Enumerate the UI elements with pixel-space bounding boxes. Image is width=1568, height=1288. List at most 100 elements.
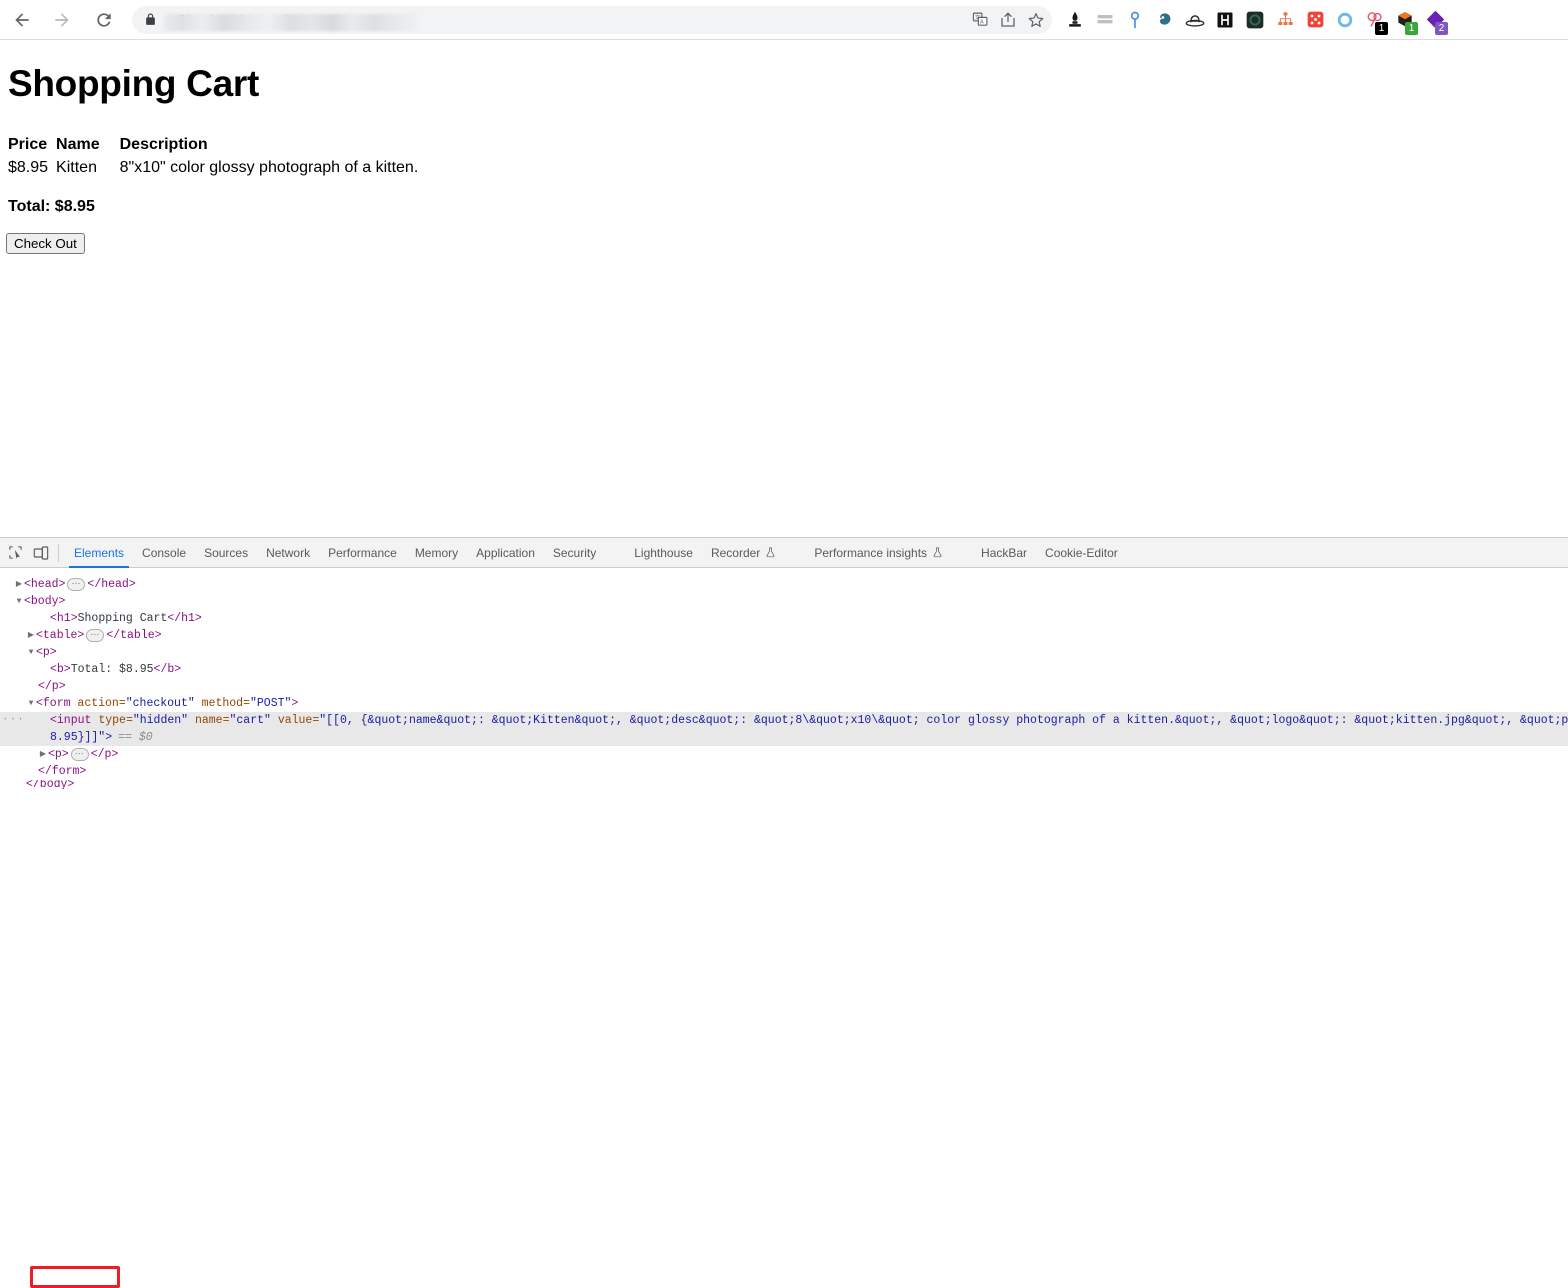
tab-hackbar[interactable]: HackBar [972,538,1036,568]
tab-memory[interactable]: Memory [406,538,467,568]
dom-node-body[interactable]: ▼ <body> [0,593,1568,610]
orange-box-icon[interactable]: 1 [1390,4,1420,36]
twisty-expanded-icon[interactable]: ▼ [26,644,36,661]
tab-performance-insights[interactable]: Performance insights [805,538,952,568]
twisty-collapsed-icon[interactable]: ▶ [14,576,24,593]
dom-node-input-cart-wrap[interactable]: 8.95}]]"> == $0 [0,729,1568,746]
dark-square-icon[interactable] [1240,4,1270,36]
dom-text: Total: $8.95 [70,663,154,676]
expand-ellipsis-badge[interactable]: ⋯ [86,629,105,642]
dom-attr-value: "[[0, {&quot;name&quot;: &quot;Kitten&qu… [319,714,1568,727]
column-header-description: Description [119,136,208,153]
dom-node-h1[interactable]: <h1> Shopping Cart </h1> [0,610,1568,627]
dom-attr-name: value [277,714,313,727]
burp-suite-icon[interactable] [1060,4,1090,36]
lock-icon [144,13,157,26]
dom-tag-close: </h1> [167,612,202,625]
tab-label: Elements [74,545,125,560]
dom-node-body-close[interactable]: </body> [0,780,1568,789]
dice-icon[interactable] [1300,4,1330,36]
dom-tag: <input [50,714,92,727]
dom-tree[interactable]: <html> ▶ <head> ⋯ </head> ▼ <body> <h1> … [0,568,1568,791]
extensions-toolbar: 1 1 2 [1060,4,1450,36]
tab-network[interactable]: Network [257,538,319,568]
selected-node-marker: == $0 [118,731,153,744]
sitemap-icon[interactable] [1270,4,1300,36]
dom-tag-close: </head> [87,578,136,591]
dom-attr-name: method [201,697,244,710]
hackbar-h-icon[interactable] [1210,4,1240,36]
dom-tag: <b> [50,663,71,676]
dom-attr-name: type [98,714,126,727]
browser-toolbar: .ctf.hacker101.com/cart 文 A [0,0,1568,40]
translate-icon[interactable]: 文 A [966,6,994,34]
dom-tag: <head> [24,578,66,591]
tab-cookie-editor[interactable]: Cookie-Editor [1036,538,1127,568]
flask-icon [765,547,776,558]
dom-node-p-total[interactable]: ▼ <p> [0,644,1568,661]
address-bar[interactable]: .ctf.hacker101.com/cart 文 A [132,5,1052,34]
tab-label: Lighthouse [634,545,693,560]
flask-icon [932,547,943,558]
dom-attr-value: "hidden" [132,714,189,727]
tab-performance[interactable]: Performance [319,538,406,568]
node-overflow-gutter[interactable]: ··· [2,712,25,729]
tab-recorder[interactable]: Recorder [702,538,785,568]
location-pin-icon[interactable] [1120,4,1150,36]
blue-ring-icon[interactable] [1330,4,1360,36]
check-out-button[interactable]: Check Out [6,233,85,254]
tab-sources[interactable]: Sources [195,538,257,568]
twisty-collapsed-icon[interactable]: ▶ [38,746,48,763]
tab-application[interactable]: Application [467,538,544,568]
dom-node-p-total-close[interactable]: </p> [0,678,1568,695]
dom-node-form[interactable]: ▼ <form action = "checkout" method = "PO… [0,695,1568,712]
dom-tag: <html> [16,568,57,571]
bookmark-star-icon[interactable] [1022,6,1050,34]
wappalyzer-icon[interactable] [1150,4,1180,36]
reload-button[interactable] [88,4,120,36]
back-button[interactable] [6,4,38,36]
dom-node-html[interactable]: <html> [0,568,1568,576]
inspect-element-icon[interactable] [2,540,28,566]
cookie-editor-icon[interactable]: 1 [1360,4,1390,36]
url-redaction-blur [164,13,419,31]
dom-tag: <form [36,697,71,710]
page-title: Shopping Cart [8,63,259,104]
tab-lighthouse[interactable]: Lighthouse [625,538,702,568]
purple-diamond-icon[interactable]: 2 [1420,4,1450,36]
twisty-expanded-icon[interactable]: ▼ [26,695,36,712]
tab-label: Recorder [710,545,761,560]
dom-node-head[interactable]: ▶ <head> ⋯ </head> [0,576,1568,593]
layers-stack-icon[interactable] [1090,4,1120,36]
dom-tag: <body> [24,595,66,608]
dom-attr-value: "POST" [250,697,292,710]
devtools-tabbar: Elements Console Sources Network Perform… [0,538,1568,568]
expand-ellipsis-badge[interactable]: ⋯ [70,748,89,761]
forward-button[interactable] [46,4,78,36]
share-icon[interactable] [994,6,1022,34]
dom-node-table[interactable]: ▶ <table> ⋯ </table> [0,627,1568,644]
dom-tag-close: </p> [90,748,119,761]
expand-ellipsis-badge[interactable]: ⋯ [67,578,86,591]
dom-attr-value: "checkout" [125,697,195,710]
dom-tag-close: </table> [106,629,162,642]
dom-node-form-close[interactable]: </form> [0,763,1568,780]
twisty-expanded-icon[interactable]: ▼ [14,593,24,610]
tab-label: Performance insights [814,545,928,560]
dom-tag: <table> [36,629,85,642]
tab-elements[interactable]: Elements [65,538,133,568]
device-toolbar-icon[interactable] [28,540,54,566]
dom-node-input-cart[interactable]: ··· <input type = "hidden" name = "cart"… [0,712,1568,729]
dom-node-b-total[interactable]: <b> Total: $8.95 </b> [0,661,1568,678]
omnibox-actions: 文 A [966,6,1052,34]
dom-attr-name: name [194,714,223,727]
blackhat-hat-icon[interactable] [1180,4,1210,36]
dom-node-p-submit[interactable]: ▶ <p> ⋯ </p> [0,746,1568,763]
tab-console[interactable]: Console [133,538,195,568]
column-header-price: Price [8,136,48,153]
twisty-collapsed-icon[interactable]: ▶ [26,627,36,644]
arrow-left-icon [15,12,29,27]
column-header-name: Name [56,136,100,153]
tab-label: Performance [328,545,397,560]
tab-security[interactable]: Security [544,538,605,568]
